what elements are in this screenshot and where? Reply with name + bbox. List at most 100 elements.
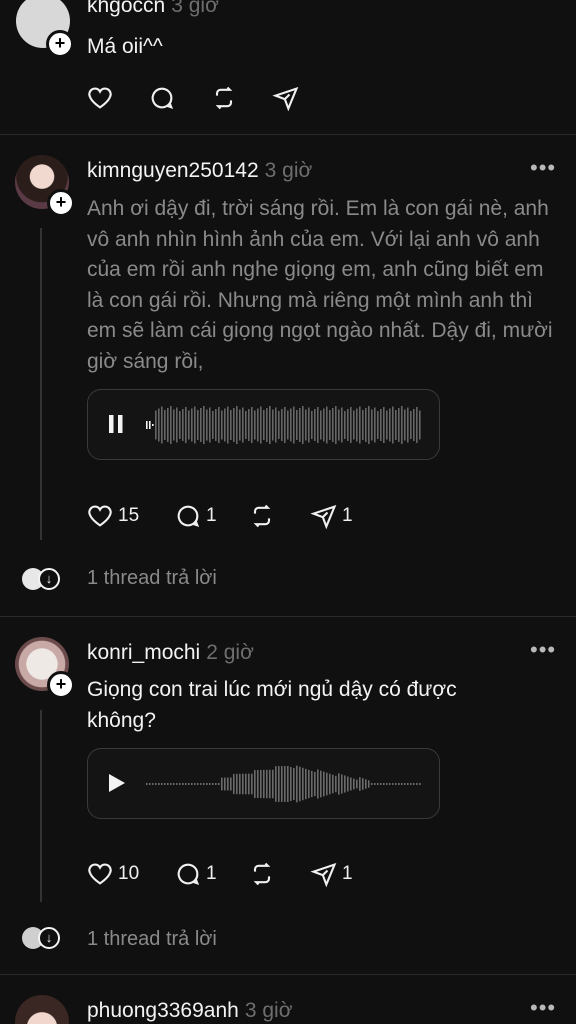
waveform-bar xyxy=(215,409,217,441)
waveform-bar xyxy=(146,421,148,429)
waveform-bar xyxy=(236,773,238,795)
audio-waveform[interactable] xyxy=(146,403,426,447)
comment-button[interactable] xyxy=(148,84,176,112)
chevron-down-icon: ↓ xyxy=(38,568,60,590)
repost-button[interactable] xyxy=(210,84,238,112)
waveform-bar xyxy=(290,408,292,442)
username[interactable]: kimnguyen250142 3 giờ xyxy=(87,159,312,183)
waveform-bar xyxy=(308,769,310,799)
waveform-bar xyxy=(386,410,388,440)
avatar[interactable] xyxy=(15,995,69,1024)
waveform-bar xyxy=(395,783,397,785)
username[interactable]: phuong3369anh 3 giờ xyxy=(87,999,292,1023)
like-count: 15 xyxy=(118,505,140,526)
waveform-bar xyxy=(272,769,274,799)
waveform-bar xyxy=(347,409,349,441)
waveform-bar xyxy=(191,783,193,785)
waveform-bar xyxy=(383,783,385,785)
waveform-bar xyxy=(314,771,316,797)
waveform-bar xyxy=(194,783,196,785)
waveform-bar xyxy=(167,783,169,785)
waveform-bar xyxy=(278,766,280,802)
repost-button[interactable] xyxy=(248,502,276,530)
waveform-bar xyxy=(182,783,184,785)
waveform-bar xyxy=(347,776,349,792)
waveform-bar xyxy=(158,408,160,442)
waveform-bar xyxy=(248,409,250,441)
reply-avatars[interactable]: ↓ xyxy=(22,568,62,592)
more-dots-icon[interactable]: ••• xyxy=(530,637,556,663)
more-dots-icon[interactable]: ••• xyxy=(530,995,556,1021)
waveform-bar xyxy=(149,421,151,429)
audio-waveform[interactable] xyxy=(146,762,426,806)
post-time: 3 giờ xyxy=(171,0,219,17)
waveform-bar xyxy=(287,410,289,440)
waveform-bar xyxy=(365,779,367,789)
waveform-bar xyxy=(407,783,409,785)
waveform-bar xyxy=(293,406,295,444)
waveform-bar xyxy=(230,777,232,791)
waveform-bar xyxy=(392,783,394,785)
waveform-bar xyxy=(221,777,223,791)
waveform-bar xyxy=(416,407,418,443)
waveform-bar xyxy=(338,409,340,441)
waveform-bar xyxy=(317,769,319,799)
waveform-bar xyxy=(179,411,181,439)
like-button[interactable] xyxy=(86,84,114,112)
play-icon[interactable] xyxy=(107,772,127,794)
waveform-bar xyxy=(392,406,394,444)
waveform-bar xyxy=(260,769,262,799)
waveform-bar xyxy=(320,410,322,440)
post-actions xyxy=(86,84,346,112)
share-button[interactable]: 1 xyxy=(310,502,353,530)
more-dots-icon[interactable]: ••• xyxy=(530,155,556,181)
waveform-bar xyxy=(326,406,328,444)
waveform-bar xyxy=(398,408,400,442)
voice-message-player[interactable] xyxy=(87,389,440,460)
username[interactable]: khgoccn 3 giờ xyxy=(87,0,219,18)
waveform-bar xyxy=(344,411,346,439)
follow-plus-button[interactable]: + xyxy=(46,30,74,58)
waveform-bar xyxy=(197,783,199,785)
follow-plus-button[interactable]: + xyxy=(47,189,75,217)
reply-avatars[interactable]: ↓ xyxy=(22,927,62,951)
thread-replies-link[interactable]: 1 thread trả lời xyxy=(87,567,217,590)
waveform-bar xyxy=(311,411,313,439)
waveform-bar xyxy=(350,407,352,443)
waveform-bar xyxy=(404,783,406,785)
waveform-bar xyxy=(281,766,283,802)
waveform-bar xyxy=(335,406,337,444)
waveform-bar xyxy=(179,783,181,785)
share-button[interactable] xyxy=(272,84,300,112)
waveform-bar xyxy=(395,410,397,440)
comment-button[interactable]: 1 xyxy=(174,860,217,888)
follow-plus-button[interactable]: + xyxy=(47,671,75,699)
waveform-bar xyxy=(269,769,271,799)
waveform-bar xyxy=(257,408,259,442)
waveform-bar xyxy=(170,406,172,444)
waveform-bar xyxy=(299,408,301,442)
voice-message-player[interactable] xyxy=(87,748,440,819)
waveform-bar xyxy=(200,408,202,442)
repost-button[interactable] xyxy=(248,860,276,888)
share-count: 1 xyxy=(342,505,353,526)
waveform-bar xyxy=(278,411,280,439)
pause-icon[interactable] xyxy=(107,413,125,435)
comment-button[interactable]: 1 xyxy=(174,502,217,530)
like-button[interactable]: 15 xyxy=(86,502,139,530)
username[interactable]: konri_mochi 2 giờ xyxy=(87,641,254,665)
like-button[interactable]: 10 xyxy=(86,860,139,888)
waveform-bar xyxy=(302,767,304,801)
waveform-bar xyxy=(290,767,292,801)
waveform-bar xyxy=(398,783,400,785)
waveform-bar xyxy=(173,783,175,785)
send-icon xyxy=(310,504,337,530)
waveform-bar xyxy=(362,410,364,440)
share-button[interactable]: 1 xyxy=(310,860,353,888)
waveform-bar xyxy=(341,407,343,443)
waveform-bar xyxy=(257,770,259,798)
waveform-bar xyxy=(404,409,406,441)
waveform-bar xyxy=(305,768,307,800)
thread-replies-link[interactable]: 1 thread trả lời xyxy=(87,928,217,951)
waveform-bar xyxy=(281,409,283,441)
